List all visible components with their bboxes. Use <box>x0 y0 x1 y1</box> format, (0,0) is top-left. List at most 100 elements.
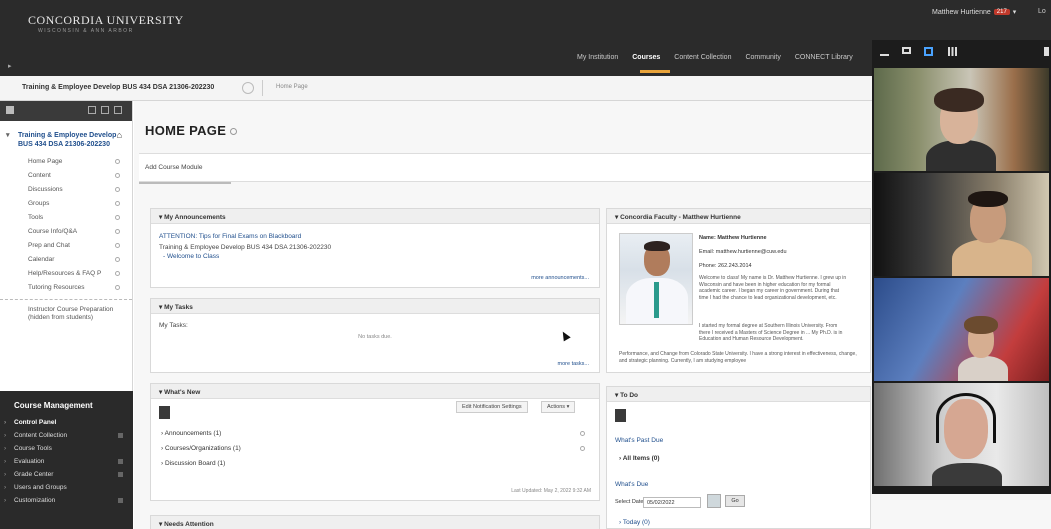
expand-icon[interactable]: › <box>4 468 6 481</box>
item-options-icon[interactable] <box>115 201 120 206</box>
user-menu[interactable]: Matthew Hurtienne 217 ▾ <box>932 8 1017 17</box>
announcement-welcome[interactable]: - Welcome to Class <box>159 253 591 260</box>
panel-title-text[interactable]: What's New <box>164 389 200 396</box>
sidebar-item-label[interactable]: Tutoring Resources <box>28 284 84 291</box>
cm-item-label[interactable]: Control Panel <box>14 419 56 426</box>
whats-new-title[interactable]: ▾ What's New <box>151 384 599 399</box>
sidebar-item-discussions[interactable]: Discussions <box>0 183 132 197</box>
sidebar-item-label[interactable]: Content <box>28 172 51 179</box>
minimize-icon[interactable] <box>880 54 889 56</box>
sidebar-item-groups[interactable]: Groups <box>0 197 132 211</box>
cm-users-groups[interactable]: › Users and Groups <box>0 481 133 494</box>
today-row[interactable]: › Today (0) <box>619 519 650 526</box>
sidebar-item-course-info[interactable]: Course Info/Q&A <box>0 225 132 239</box>
add-course-module-button[interactable]: Add Course Module <box>145 164 202 171</box>
home-icon[interactable]: ⌂ <box>117 131 122 140</box>
brand-logo[interactable]: CONCORDIA UNIVERSITY <box>28 13 184 28</box>
close-icon[interactable] <box>1044 47 1049 56</box>
sidebar-item-label[interactable]: Groups <box>28 200 49 207</box>
item-options-icon[interactable] <box>115 271 120 276</box>
panel-title-text[interactable]: Concordia Faculty - Matthew Hurtienne <box>620 214 741 221</box>
expand-icon[interactable]: › <box>4 455 6 468</box>
calendar-icon[interactable] <box>707 494 721 508</box>
tab-courses[interactable]: Courses <box>630 52 662 63</box>
row-label[interactable]: Announcements (1) <box>165 430 222 437</box>
logout-link[interactable]: Lo <box>1038 8 1046 15</box>
breadcrumb-course[interactable]: Training & Employee Develop BUS 434 DSA … <box>22 84 214 91</box>
todo-title[interactable]: ▾ To Do <box>607 387 870 402</box>
panel-title-text[interactable]: Needs Attention <box>164 521 214 528</box>
tab-content-collection[interactable]: Content Collection <box>672 52 733 63</box>
cm-item-label[interactable]: Grade Center <box>14 471 53 478</box>
cm-control-panel[interactable]: › Control Panel <box>0 416 133 429</box>
sidebar-item-label[interactable]: Prep and Chat <box>28 242 70 249</box>
announcement-link[interactable]: ATTENTION: Tips for Final Exams on Black… <box>159 233 591 240</box>
expand-icon[interactable]: › <box>4 481 6 494</box>
expand-icon[interactable]: › <box>4 429 6 442</box>
whats-new-row[interactable]: › Announcements (1) <box>151 426 599 441</box>
more-tasks-link[interactable]: more tasks... <box>558 361 589 367</box>
whats-due-heading[interactable]: What's Due <box>615 481 648 488</box>
needs-attention-title[interactable]: ▾ Needs Attention <box>151 516 599 529</box>
actions-label[interactable]: Actions <box>547 404 565 410</box>
maximize-icon[interactable] <box>902 47 911 54</box>
cm-item-label[interactable]: Users and Groups <box>14 484 67 491</box>
add-menu-item-icon[interactable] <box>6 106 14 114</box>
item-options-icon[interactable] <box>115 229 120 234</box>
row-label[interactable]: Courses/Organizations (1) <box>165 445 241 452</box>
sidebar-item-label[interactable]: Discussions <box>28 186 63 193</box>
sidebar-item-content[interactable]: Content <box>0 169 132 183</box>
gallery-view-icon[interactable] <box>948 47 957 56</box>
folder-view-icon[interactable] <box>101 106 109 114</box>
collapse-caret-icon[interactable]: ▾ <box>6 131 10 140</box>
actions-button[interactable]: Actions ▾ <box>541 401 576 413</box>
course-title-link[interactable]: ▾ Training & Employee Develop BUS 434 DS… <box>0 121 132 155</box>
item-options-icon[interactable] <box>115 215 120 220</box>
panel-title-text[interactable]: To Do <box>620 392 638 399</box>
item-options-icon[interactable] <box>115 187 120 192</box>
go-button[interactable]: Go <box>725 495 745 507</box>
select-date-input[interactable]: 05/02/2022 <box>643 497 701 508</box>
notification-badge[interactable]: 217 <box>993 9 1010 15</box>
collapse-icon[interactable] <box>114 106 122 114</box>
sidebar-item-home-page[interactable]: Home Page <box>0 155 132 169</box>
cm-course-tools[interactable]: › Course Tools <box>0 442 133 455</box>
item-options-icon[interactable] <box>115 257 120 262</box>
faculty-title[interactable]: ▾ Concordia Faculty - Matthew Hurtienne <box>607 209 870 224</box>
tab-connect-library[interactable]: CONNECT Library <box>793 52 855 63</box>
item-options-icon[interactable] <box>118 433 123 438</box>
page-options-icon[interactable] <box>230 128 238 136</box>
sidebar-item-label[interactable]: Calendar <box>28 256 54 263</box>
row-options-icon[interactable] <box>580 431 585 436</box>
cm-item-label[interactable]: Customization <box>14 497 55 504</box>
tab-community[interactable]: Community <box>743 52 782 63</box>
row-options-icon[interactable] <box>580 446 585 451</box>
cm-evaluation[interactable]: › Evaluation <box>0 455 133 468</box>
item-options-icon[interactable] <box>115 285 120 290</box>
whats-new-row[interactable]: › Discussion Board (1) <box>151 456 599 471</box>
video-tile-participant-1[interactable] <box>874 68 1049 171</box>
panel-title-text[interactable]: My Tasks <box>164 304 193 311</box>
announcements-title[interactable]: ▾ My Announcements <box>151 209 599 224</box>
sidebar-item-label[interactable]: Instructor Course Preparation (hidden fr… <box>28 306 113 321</box>
sidebar-item-label[interactable]: Tools <box>28 214 43 221</box>
sidebar-item-label[interactable]: Course Info/Q&A <box>28 228 77 235</box>
course-title[interactable]: Training & Employee Develop BUS 434 DSA … <box>18 132 116 148</box>
sidebar-item-prep-and-chat[interactable]: Prep and Chat <box>0 239 132 253</box>
expand-icon[interactable]: › <box>4 416 6 429</box>
more-announcements-link[interactable]: more announcements... <box>531 275 589 281</box>
caret-icon[interactable]: ▸ <box>8 62 12 70</box>
past-due-heading[interactable]: What's Past Due <box>615 437 663 444</box>
today-label[interactable]: Today (0) <box>623 519 650 526</box>
all-items-row[interactable]: › All Items (0) <box>619 455 660 462</box>
sidebar-item-label[interactable]: Help/Resources & FAQ P <box>28 270 101 277</box>
item-options-icon[interactable] <box>118 498 123 503</box>
cm-item-label[interactable]: Course Tools <box>14 445 52 452</box>
chevron-down-icon[interactable]: ▾ <box>1013 8 1017 16</box>
video-tile-participant-2[interactable] <box>874 173 1049 276</box>
panel-title-text[interactable]: My Announcements <box>164 214 226 221</box>
cm-grade-center[interactable]: › Grade Center <box>0 468 133 481</box>
tasks-title[interactable]: ▾ My Tasks <box>151 299 599 314</box>
cm-item-label[interactable]: Content Collection <box>14 432 67 439</box>
item-options-icon[interactable] <box>118 472 123 477</box>
